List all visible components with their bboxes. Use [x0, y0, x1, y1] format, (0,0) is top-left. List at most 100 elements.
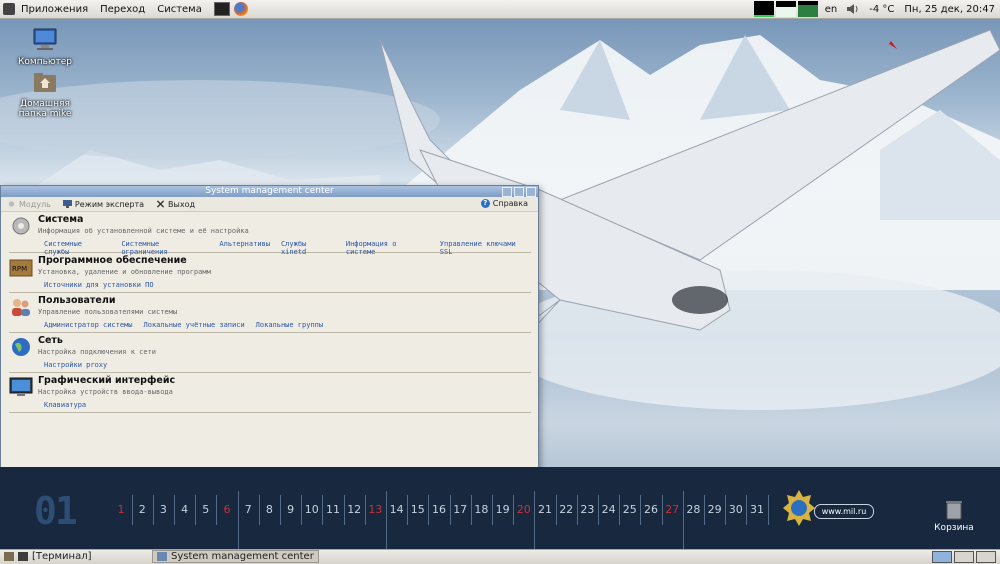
exit-button[interactable]: Выход [150, 200, 201, 209]
calendar-day: 20 [516, 503, 531, 516]
calendar-separator [682, 491, 684, 549]
calendar-day: 30 [728, 503, 743, 516]
calendar-widget: 01 1 2 3 4 5 6 7 8 9 10 11 12 13 14 15 16 17 18 19 20 21 22 23… [0, 467, 1000, 549]
menu-applications[interactable]: Приложения [15, 4, 94, 15]
taskbar-item-terminal[interactable]: [Терминал] [14, 550, 96, 563]
mil-ru-link[interactable]: www.mil.ru [814, 504, 874, 519]
display-icon [9, 377, 33, 396]
calendar-day: 10 [304, 503, 319, 516]
desktop-icon-computer[interactable]: Компьютер [7, 28, 83, 67]
terminal-launcher-icon[interactable] [213, 2, 230, 16]
minimize-button[interactable] [502, 187, 512, 197]
calendar-day: 29 [707, 503, 722, 516]
menu-system[interactable]: Система [151, 4, 208, 15]
section-system: Система Информация об установленной сист… [9, 213, 531, 256]
calendar-day: 6 [223, 503, 231, 516]
section-title: Программное обеспечение [38, 255, 187, 266]
close-button[interactable] [526, 187, 536, 197]
calendar-day: 15 [410, 503, 425, 516]
calendar-day: 2 [138, 503, 146, 516]
section-title: Пользователи [38, 295, 116, 306]
help-button[interactable]: ? Справка [480, 199, 528, 208]
memory-monitor[interactable] [775, 1, 796, 17]
clock[interactable]: Пн, 25 дек, 20:47 [899, 4, 1000, 15]
expert-mode-button[interactable]: Режим эксперта [57, 200, 150, 209]
top-panel: Приложения Переход Система en -4 °C Пн, … [0, 0, 1000, 19]
help-icon: ? [480, 199, 490, 208]
gear-icon [8, 201, 15, 207]
window-icon [157, 552, 167, 561]
link-proxy-settings[interactable]: Настройки proxy [44, 361, 107, 369]
desktop-icon-label: Домашняя папка mike [18, 99, 72, 119]
network-monitor[interactable] [797, 1, 818, 17]
calendar-day: 27 [665, 503, 680, 516]
menu-places[interactable]: Переход [94, 4, 151, 15]
system-tray: en -4 °C Пн, 25 дек, 20:47 [753, 0, 1000, 18]
desktop-icon-label: Компьютер [18, 57, 72, 67]
calendar-day: 3 [159, 503, 167, 516]
calendar-day: 11 [326, 503, 340, 516]
globe-icon [12, 338, 30, 356]
calendar-separator [385, 491, 387, 549]
calendar-day: 17 [453, 503, 468, 516]
trash-label: Корзина [934, 523, 974, 533]
link-software-sources[interactable]: Источники для установки ПО [44, 281, 154, 289]
calendar-day: 22 [559, 503, 574, 516]
cpu-monitor[interactable] [753, 1, 774, 17]
svg-text:RPM: RPM [12, 265, 27, 273]
distro-logo-icon[interactable] [3, 3, 15, 15]
link-keyboard[interactable]: Клавиатура [44, 401, 86, 409]
monitor-icon [62, 200, 72, 208]
link-system-admin[interactable]: Администратор системы [44, 321, 133, 329]
show-desktop-icon [4, 552, 14, 561]
section-description: Установка, удаление и обновление програм… [38, 268, 211, 276]
calendar-day: 21 [538, 503, 552, 516]
calendar-separator [534, 491, 536, 549]
gears-icon [12, 217, 30, 235]
calendar-day: 9 [287, 503, 295, 516]
calendar-day: 19 [495, 503, 510, 516]
computer-icon [33, 28, 57, 50]
section-users: Пользователи Управление пользователями с… [9, 294, 531, 333]
section-title: Графический интерфейс [38, 375, 176, 386]
window-titlebar[interactable]: System management center [1, 186, 538, 197]
terminal-icon [18, 552, 28, 561]
section-software: RPM Программное обеспечение Установка, у… [9, 254, 531, 293]
section-gui: Графический интерфейс Настройка устройст… [9, 374, 531, 413]
home-folder-icon [34, 73, 56, 92]
link-local-accounts[interactable]: Локальные учётные записи [144, 321, 245, 329]
weather-temperature[interactable]: -4 °C [864, 4, 899, 15]
keyboard-layout[interactable]: en [820, 4, 843, 15]
calendar-day: 16 [432, 503, 446, 516]
calendar-day: 26 [644, 503, 658, 516]
module-button[interactable]: Модуль [1, 200, 57, 209]
calendar-day: 25 [622, 503, 637, 516]
link-local-groups[interactable]: Локальные группы [256, 321, 323, 329]
section-description: Управление пользователями системы [38, 308, 178, 316]
users-icon [12, 299, 30, 316]
bottom-panel: [Терминал] System management center [0, 549, 1000, 564]
calendar-day: 14 [389, 503, 404, 516]
maximize-button[interactable] [514, 187, 524, 197]
calendar-day: 18 [474, 503, 489, 516]
calendar-day: 23 [580, 503, 595, 516]
trash-icon [946, 501, 962, 520]
calendar-separator [237, 491, 239, 549]
desktop-icon-home[interactable]: Домашняя папка mike [7, 70, 83, 119]
calendar-day: 24 [601, 503, 616, 516]
firefox-launcher-icon[interactable] [233, 2, 248, 16]
calendar-day: 1 [117, 503, 125, 516]
section-description: Информация об установленной системе и её… [38, 227, 249, 235]
window-title: System management center [205, 186, 334, 196]
calendar-day: 31 [750, 503, 764, 516]
calendar-day: 5 [202, 503, 210, 516]
trash-desktop-icon[interactable]: Корзина [924, 498, 984, 533]
calendar-day: 7 [244, 503, 252, 516]
volume-icon[interactable] [846, 3, 860, 15]
calendar-separator [767, 495, 769, 525]
close-icon [156, 200, 165, 208]
package-icon: RPM [9, 259, 33, 277]
section-description: Настройка подключения к сети [38, 348, 157, 356]
workspace-switcher[interactable] [932, 551, 996, 563]
taskbar-item-smc[interactable]: System management center [152, 550, 319, 563]
